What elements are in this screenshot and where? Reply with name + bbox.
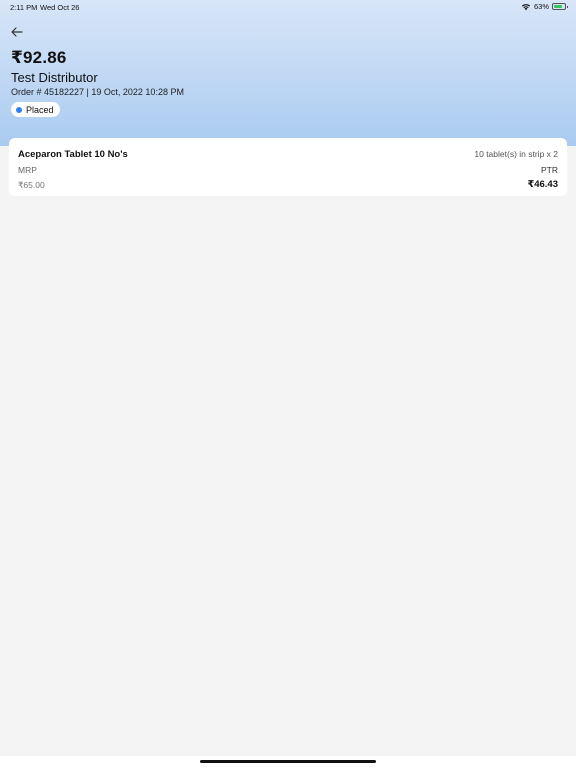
battery-icon (552, 3, 568, 10)
item-name: Aceparon Tablet 10 No's (18, 149, 128, 160)
mrp-label: MRP (18, 165, 37, 175)
order-info: Order # 45182227 | 19 Oct, 2022 10:28 PM (11, 87, 184, 97)
status-dot-icon (16, 106, 22, 113)
ptr-value: ₹46.43 (527, 179, 558, 190)
order-header: 2:11 PM Wed Oct 26 63% ₹92.86 Test Distr… (0, 0, 576, 146)
item-pack-info: 10 tablet(s) in strip x 2 (474, 149, 558, 159)
order-amount: ₹92.86 (11, 48, 67, 67)
back-button[interactable] (8, 24, 26, 40)
distributor-name: Test Distributor (11, 70, 98, 85)
home-indicator[interactable] (200, 760, 376, 763)
mrp-value: ₹65.00 (18, 180, 45, 190)
status-date: Wed Oct 26 (40, 3, 80, 12)
order-item-card[interactable]: Aceparon Tablet 10 No's 10 tablet(s) in … (9, 138, 567, 196)
status-badge: Placed (11, 102, 60, 117)
status-indicators: 63% (521, 2, 568, 11)
battery-percent: 63% (533, 2, 549, 11)
wifi-icon (521, 3, 531, 10)
status-label: Placed (26, 104, 54, 115)
arrow-left-icon (11, 27, 23, 37)
status-bar: 2:11 PM Wed Oct 26 63% (0, 0, 576, 14)
ptr-label: PTR (541, 165, 558, 175)
status-time: 2:11 PM (10, 3, 38, 12)
